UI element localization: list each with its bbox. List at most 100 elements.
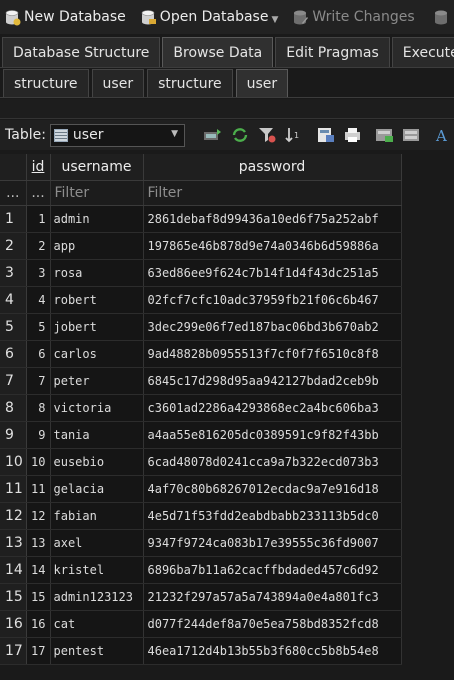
cell-username[interactable]: pentest — [50, 637, 144, 665]
row-number[interactable]: 8 — [0, 394, 27, 422]
row-number[interactable]: 14 — [0, 556, 27, 584]
filter-id-input[interactable]: ... — [26, 180, 51, 206]
cell-id[interactable]: 1 — [26, 205, 51, 233]
tab-database-structure[interactable]: Database Structure — [2, 37, 161, 67]
tab-edit-pragmas[interactable]: Edit Pragmas — [275, 37, 390, 67]
table-row[interactable]: 4 4 robert 02fcf7cfc10adc37959fb21f06c6b467 — [0, 286, 402, 314]
table-row[interactable]: 7 7 peter 6845c17d298d95aa942127bdad2ceb9b — [0, 367, 402, 395]
tab-browse-data[interactable]: Browse Data — [162, 37, 274, 67]
cell-password[interactable]: 3dec299e06f7ed187bac06bd3b670ab2 — [143, 313, 402, 341]
cell-id[interactable]: 7 — [26, 367, 51, 395]
row-number[interactable]: 16 — [0, 610, 27, 638]
filter-username-input[interactable]: Filter — [50, 180, 144, 206]
cell-username[interactable]: tania — [50, 421, 144, 449]
row-number[interactable]: 13 — [0, 529, 27, 557]
cell-username[interactable]: admin123123 — [50, 583, 144, 611]
row-number[interactable]: 1 — [0, 205, 27, 233]
refresh-table-icon[interactable] — [203, 126, 223, 144]
cell-username[interactable]: carlos — [50, 340, 144, 368]
revert-changes-button[interactable]: R — [429, 0, 454, 34]
cell-username[interactable]: rosa — [50, 259, 144, 287]
table-row[interactable]: 13 13 axel 9347f9724ca083b17e39555c36fd9007 — [0, 529, 402, 557]
cell-id[interactable]: 8 — [26, 394, 51, 422]
row-number[interactable]: 11 — [0, 475, 27, 503]
cell-id[interactable]: 14 — [26, 556, 51, 584]
filter-password-input[interactable]: Filter — [143, 180, 402, 206]
subtab-user-2[interactable]: user — [235, 69, 289, 97]
cell-id[interactable]: 5 — [26, 313, 51, 341]
tab-execute-sql[interactable]: Execute SQL — [391, 37, 454, 67]
cell-id[interactable]: 2 — [26, 232, 51, 260]
cell-password[interactable]: 6896ba7b11a62cacffbdaded457c6d92 — [143, 556, 402, 584]
cell-password[interactable]: d077f244def8a70e5ea758bd8352fcd8 — [143, 610, 402, 638]
cell-id[interactable]: 11 — [26, 475, 51, 503]
row-number[interactable]: 7 — [0, 367, 27, 395]
cell-id[interactable]: 6 — [26, 340, 51, 368]
sort-icon[interactable]: 1 — [284, 126, 304, 144]
cell-password[interactable]: 4af70c80b68267012ecdac9a7e916d18 — [143, 475, 402, 503]
cell-id[interactable]: 3 — [26, 259, 51, 287]
save-table-icon[interactable] — [316, 126, 336, 144]
cell-id[interactable]: 17 — [26, 637, 51, 665]
cell-username[interactable]: fabian — [50, 502, 144, 530]
clear-filters-icon[interactable] — [257, 126, 277, 144]
cell-username[interactable]: victoria — [50, 394, 144, 422]
cell-id[interactable]: 12 — [26, 502, 51, 530]
cell-password[interactable]: 02fcf7cfc10adc37959fb21f06c6b467 — [143, 286, 402, 314]
print-icon[interactable] — [343, 126, 363, 144]
row-number[interactable]: 3 — [0, 259, 27, 287]
cell-id[interactable]: 16 — [26, 610, 51, 638]
table-row[interactable]: 2 2 app 197865e46b878d9e74a0346b6d59886a — [0, 232, 402, 260]
cell-id[interactable]: 15 — [26, 583, 51, 611]
cell-password[interactable]: a4aa55e816205dc0389591c9f82f43bb — [143, 421, 402, 449]
table-row[interactable]: 5 5 jobert 3dec299e06f7ed187bac06bd3b670ab2 — [0, 313, 402, 341]
cell-username[interactable]: app — [50, 232, 144, 260]
cell-password[interactable]: 4e5d71f53fdd2eabdbabb233113b5dc0 — [143, 502, 402, 530]
cell-password[interactable]: 46ea1712d4b13b55b3f680cc5b8b54e8 — [143, 637, 402, 665]
write-changes-button[interactable]: Write Changes — [288, 0, 418, 34]
row-number[interactable]: 15 — [0, 583, 27, 611]
cell-password[interactable]: 6845c17d298d95aa942127bdad2ceb9b — [143, 367, 402, 395]
table-row[interactable]: 17 17 pentest 46ea1712d4b13b55b3f680cc5b8b5… — [0, 637, 402, 665]
cell-username[interactable]: admin — [50, 205, 144, 233]
cell-username[interactable]: jobert — [50, 313, 144, 341]
table-row[interactable]: 15 15 admin123123 21232f297a57a5a743894a0e4… — [0, 583, 402, 611]
cell-password[interactable]: 197865e46b878d9e74a0346b6d59886a — [143, 232, 402, 260]
row-number[interactable]: 9 — [0, 421, 27, 449]
table-row[interactable]: 1 1 admin 2861debaf8d99436a10ed6f75a252abf — [0, 205, 402, 233]
cell-password[interactable]: 2861debaf8d99436a10ed6f75a252abf — [143, 205, 402, 233]
table-row[interactable]: 12 12 fabian 4e5d71f53fdd2eabdbabb233113b5d… — [0, 502, 402, 530]
table-row[interactable]: 14 14 kristel 6896ba7b11a62cacffbdaded457c6… — [0, 556, 402, 584]
table-row[interactable]: 10 10 eusebio 6cad48078d0241cca9a7b322ecd07… — [0, 448, 402, 476]
cell-id[interactable]: 9 — [26, 421, 51, 449]
cell-username[interactable]: cat — [50, 610, 144, 638]
cell-username[interactable]: gelacia — [50, 475, 144, 503]
cell-password[interactable]: c3601ad2286a4293868ec2a4bc606ba3 — [143, 394, 402, 422]
cell-password[interactable]: 9ad48828b0955513f7cf0f7f6510c8f8 — [143, 340, 402, 368]
table-row[interactable]: 6 6 carlos 9ad48828b0955513f7cf0f7f6510c8f8 — [0, 340, 402, 368]
column-header-id[interactable]: id — [26, 154, 51, 181]
cell-password[interactable]: 6cad48078d0241cca9a7b322ecd073b3 — [143, 448, 402, 476]
table-row[interactable]: 11 11 gelacia 4af70c80b68267012ecdac9a7e916… — [0, 475, 402, 503]
subtab-structure-1[interactable]: structure — [3, 69, 89, 97]
open-database-button[interactable]: Open Database ▼ — [136, 0, 283, 34]
row-number[interactable]: 5 — [0, 313, 27, 341]
cell-id[interactable]: 4 — [26, 286, 51, 314]
cell-username[interactable]: robert — [50, 286, 144, 314]
delete-record-icon[interactable] — [402, 126, 422, 144]
row-number[interactable]: 4 — [0, 286, 27, 314]
row-number[interactable]: 2 — [0, 232, 27, 260]
cell-password[interactable]: 9347f9724ca083b17e39555c36fd9007 — [143, 529, 402, 557]
column-header-password[interactable]: password — [143, 154, 402, 181]
row-number[interactable]: 17 — [0, 637, 27, 665]
cell-username[interactable]: kristel — [50, 556, 144, 584]
table-select[interactable]: user ▼ — [49, 123, 185, 147]
cell-id[interactable]: 10 — [26, 448, 51, 476]
font-icon[interactable]: A — [434, 126, 454, 145]
sync-icon[interactable] — [230, 126, 250, 144]
subtab-user-1[interactable]: user — [91, 69, 145, 97]
table-row[interactable]: 16 16 cat d077f244def8a70e5ea758bd8352fcd8 — [0, 610, 402, 638]
cell-username[interactable]: eusebio — [50, 448, 144, 476]
row-number[interactable]: 12 — [0, 502, 27, 530]
cell-password[interactable]: 63ed86ee9f624c7b14f1d4f43dc251a5 — [143, 259, 402, 287]
